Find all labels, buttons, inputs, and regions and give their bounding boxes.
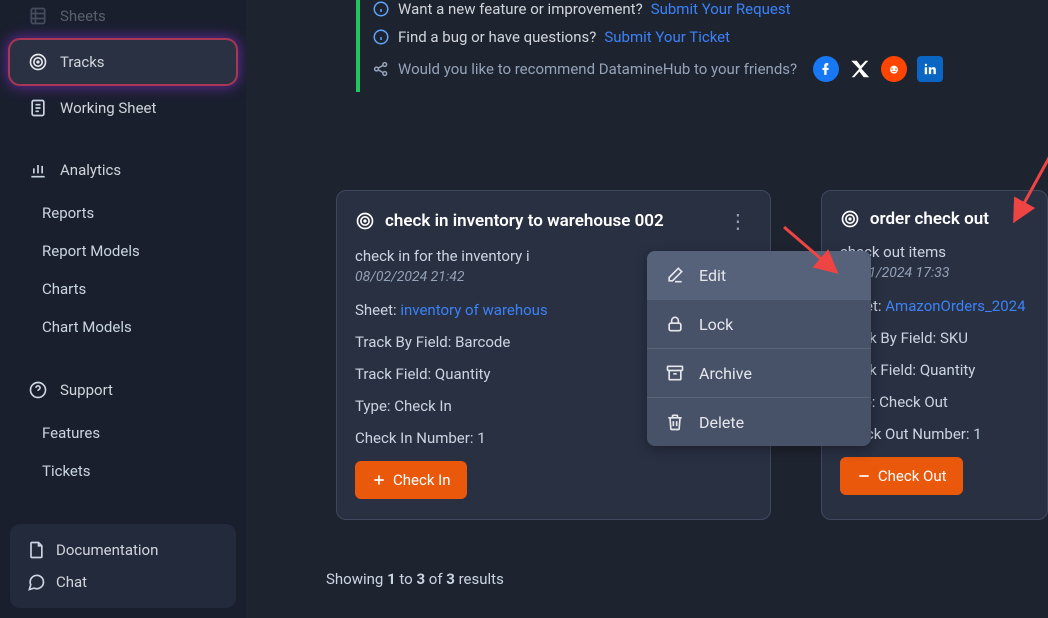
main-content: Want a new feature or improvement? Submi… (246, 0, 1048, 618)
sidebar-sub-charts[interactable]: Charts (0, 270, 246, 308)
sheet-link[interactable]: AmazonOrders_2024 (885, 297, 1025, 315)
facebook-icon[interactable] (813, 56, 839, 82)
reddit-icon[interactable] (881, 56, 907, 82)
submit-ticket-link[interactable]: Submit Your Ticket (604, 28, 730, 46)
sidebar-footer-documentation[interactable]: Documentation (16, 534, 230, 566)
trash-icon (665, 412, 685, 432)
sidebar-footer-chat[interactable]: Chat (16, 566, 230, 598)
sidebar-item-label: Sheets (60, 7, 106, 25)
sidebar-item-label: Working Sheet (60, 99, 156, 117)
check-in-button[interactable]: Check In (355, 461, 467, 499)
sidebar-item-label: Tracks (60, 53, 105, 71)
menu-item-archive[interactable]: Archive (647, 349, 871, 398)
info-share-row: Would you like to recommend DatamineHub … (372, 56, 1038, 82)
info-bug-row: Find a bug or have questions? Submit You… (372, 28, 1038, 46)
sheet-icon (28, 98, 48, 118)
sheet-link[interactable]: inventory of warehous (400, 301, 547, 319)
card-context-menu: Edit Lock Archive Delete (647, 251, 871, 446)
target-icon (840, 209, 860, 229)
sidebar-item-label: Analytics (60, 161, 121, 179)
sidebar-sub-reports[interactable]: Reports (0, 194, 246, 232)
sidebar-sub-tickets[interactable]: Tickets (0, 452, 246, 490)
card-title: order check out (870, 209, 989, 229)
social-icons (813, 56, 943, 82)
target-icon (355, 211, 375, 231)
sidebar-footer: Documentation Chat (10, 524, 236, 608)
chat-icon (26, 572, 46, 592)
x-twitter-icon[interactable] (849, 58, 871, 80)
menu-item-delete[interactable]: Delete (647, 398, 871, 446)
sidebar-item-working-sheet[interactable]: Working Sheet (10, 86, 236, 130)
linkedin-icon[interactable] (917, 56, 943, 82)
info-icon (372, 28, 390, 46)
card-title: check in inventory to warehouse 002 (385, 211, 664, 231)
sidebar-item-support[interactable]: Support (10, 368, 236, 412)
sidebar-item-label: Support (60, 381, 113, 399)
lock-icon (665, 314, 685, 334)
sidebar-sub-features[interactable]: Features (0, 414, 246, 452)
doc-icon (26, 540, 46, 560)
menu-item-lock[interactable]: Lock (647, 300, 871, 349)
target-icon (28, 52, 48, 72)
sidebar: Sheets Tracks Working Sheet Analytics Re… (0, 0, 246, 618)
analytics-icon (28, 160, 48, 180)
menu-item-edit[interactable]: Edit (647, 251, 871, 300)
sidebar-sub-chart-models[interactable]: Chart Models (0, 308, 246, 346)
plus-icon (371, 472, 387, 488)
track-cards: check in inventory to warehouse 002 ⋮ ch… (336, 190, 1048, 520)
sidebar-sub-report-models[interactable]: Report Models (0, 232, 246, 270)
share-icon (372, 60, 390, 78)
sheets-icon (28, 6, 48, 26)
submit-request-link[interactable]: Submit Your Request (651, 0, 791, 18)
check-out-button[interactable]: Check Out (840, 457, 963, 495)
help-icon (28, 380, 48, 400)
sidebar-item-sheets[interactable]: Sheets (10, 0, 236, 38)
info-banner: Want a new feature or improvement? Submi… (356, 0, 1038, 92)
info-icon (372, 0, 390, 18)
edit-icon (665, 265, 685, 285)
track-card-checkin: check in inventory to warehouse 002 ⋮ ch… (336, 190, 771, 520)
results-count: Showing 1 to 3 of 3 results (326, 570, 504, 588)
sidebar-item-analytics[interactable]: Analytics (10, 148, 236, 192)
minus-icon (856, 468, 872, 484)
sidebar-item-tracks[interactable]: Tracks (10, 40, 236, 84)
info-feature-row: Want a new feature or improvement? Submi… (372, 0, 1038, 18)
card-menu-button[interactable]: ⋮ (724, 209, 752, 233)
archive-icon (665, 363, 685, 383)
